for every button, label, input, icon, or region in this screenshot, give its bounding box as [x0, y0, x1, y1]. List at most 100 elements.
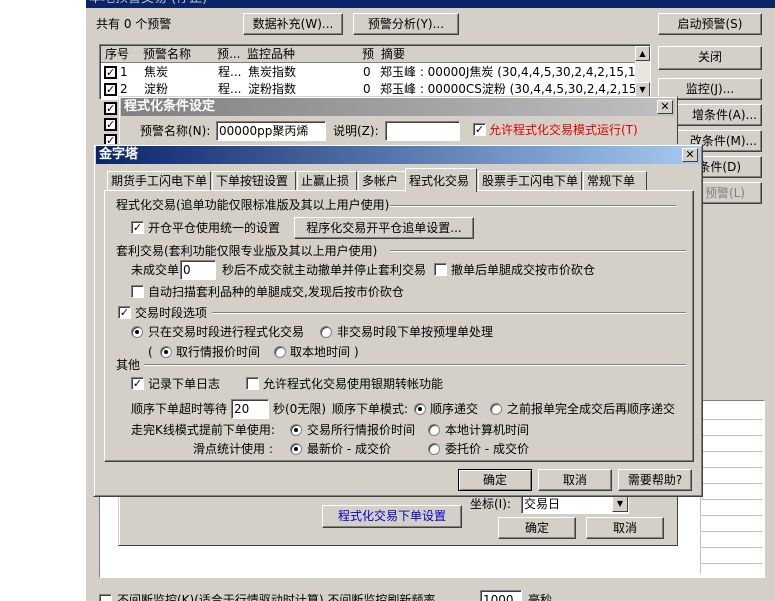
- unfilled-seconds-input[interactable]: 0: [180, 260, 216, 280]
- unified-settings-label: 开仓平仓使用统一的设置: [148, 221, 281, 235]
- session-checkbox[interactable]: ✓: [118, 306, 131, 319]
- pyramid-close-icon[interactable]: ✕: [682, 148, 698, 162]
- warning-list[interactable]: 序号 预警名称 预... 监控品种 预 摘要 ✓ 1 焦炭 程... 焦炭指数 …: [99, 44, 651, 100]
- list-scrollbar[interactable]: ▲ ▼: [635, 46, 650, 99]
- separator: [390, 205, 676, 207]
- bank-transfer-label: 允许程式化交易使用银期转帐功能: [263, 377, 444, 391]
- order-price-radio[interactable]: [428, 443, 440, 455]
- row-no: 1: [120, 65, 128, 79]
- tab-futures-flash[interactable]: 期货手工闪电下单: [107, 171, 211, 191]
- chase-settings-button[interactable]: 程序化交易开平仓追单设置...: [294, 217, 474, 239]
- tab-multi-account[interactable]: 多帐户: [358, 171, 406, 191]
- grid-area: [700, 404, 762, 574]
- coord-dropdown-icon[interactable]: ▼: [612, 496, 628, 512]
- start-warning-button[interactable]: 启动预警(S): [658, 13, 762, 35]
- paren-open: (: [148, 345, 153, 359]
- close-button[interactable]: 关闭: [658, 46, 762, 70]
- scroll-up-icon[interactable]: ▲: [635, 46, 650, 61]
- local-pc-time-label: 本地计算机时间: [445, 423, 530, 437]
- non-session-radio[interactable]: [320, 326, 332, 338]
- col-header-name[interactable]: 预警名称: [143, 46, 191, 62]
- log-checkbox[interactable]: ✓: [131, 377, 144, 390]
- session-label: 交易时段选项: [135, 306, 208, 320]
- cancel-chase-label: 撤单后单腿成交按市价砍仓: [451, 263, 596, 277]
- auto-scan-checkbox[interactable]: [131, 285, 144, 298]
- ok-button[interactable]: 确定: [458, 469, 532, 491]
- row-p: 0: [363, 65, 371, 79]
- exchange-time-radio[interactable]: [290, 424, 302, 436]
- latest-price-radio[interactable]: [290, 443, 302, 455]
- section-program-trading: 程式化交易(追单功能仅限标准版及其以上用户使用): [116, 198, 390, 212]
- col-header-summary[interactable]: 摘要: [381, 46, 405, 62]
- continuous-monitor-checkbox[interactable]: [99, 594, 112, 601]
- auto-scan-label: 自动扫描套利品种的单腿成交,发现后按市价砍仓: [148, 285, 404, 299]
- row-checkbox[interactable]: ✓: [104, 66, 117, 79]
- allow-program-checkbox[interactable]: ✓: [473, 123, 486, 136]
- separator: [144, 364, 686, 366]
- row-variety: 焦炭指数: [248, 65, 297, 79]
- unfilled-label: 未成交单: [131, 263, 180, 277]
- exchange-time-label: 交易所行情报价时间: [307, 423, 416, 437]
- scroll-down-icon[interactable]: ▼: [635, 82, 650, 97]
- only-session-radio[interactable]: [131, 326, 143, 338]
- row-p: 0: [363, 82, 371, 96]
- row-variety: 淀粉指数: [248, 82, 297, 96]
- only-session-label: 只在交易时段进行程式化交易: [148, 325, 305, 339]
- row-checkbox[interactable]: ✓: [104, 118, 117, 131]
- condition-close-icon[interactable]: ✕: [657, 100, 673, 114]
- col-header-no[interactable]: 序号: [105, 46, 129, 62]
- col-header-variety[interactable]: 监控品种: [247, 46, 295, 62]
- condition-cancel-button[interactable]: 取消: [586, 517, 664, 539]
- cancel-button[interactable]: 取消: [538, 469, 612, 491]
- description-input[interactable]: [385, 121, 460, 141]
- condition-ok-button[interactable]: 确定: [498, 517, 576, 539]
- order-mode-label: 顺序下单模式:: [332, 402, 409, 416]
- quote-time-label: 取行情报价时间: [176, 345, 261, 359]
- table-row[interactable]: ✓ 1 焦炭 程... 焦炭指数 0 郑玉峰 : 00000J焦炭 (30,4,…: [100, 64, 640, 81]
- tab-order-buttons[interactable]: 下单按钮设置: [212, 171, 296, 191]
- tab-regular-order[interactable]: 常规下单: [583, 171, 647, 191]
- row-summary: 郑玉峰 : 00000J焦炭 (30,4,4,5,30,2,4,2,15,1: [380, 65, 636, 79]
- warning-analysis-button[interactable]: 预警分析(Y)...: [353, 13, 459, 35]
- main-window-title: 本地预警交易 (停止): [86, 0, 775, 8]
- timeout-input[interactable]: 20: [231, 399, 269, 419]
- row-pre: 程...: [218, 65, 242, 79]
- refresh-rate-input[interactable]: 1000: [480, 590, 522, 601]
- bank-transfer-checkbox[interactable]: [246, 377, 259, 390]
- separator: [212, 312, 686, 314]
- condition-dialog-title: 程式化条件设定: [121, 98, 675, 116]
- row-checkbox[interactable]: ✓: [104, 83, 117, 96]
- unfilled-suffix: 秒后不成交就主动撤单并停止套利交易: [222, 263, 427, 277]
- after-fill-label: 之前报单完全成交后再顺序递交: [507, 402, 676, 416]
- local-pc-time-radio[interactable]: [428, 424, 440, 436]
- local-time-radio[interactable]: [274, 346, 286, 358]
- warning-name-label: 预警名称(N):: [140, 124, 211, 138]
- tab-stock-flash[interactable]: 股票手工闪电下单: [478, 171, 582, 191]
- row-name: 焦炭: [144, 65, 169, 79]
- section-other: 其他: [116, 358, 141, 372]
- data-supplement-button[interactable]: 数据补充(W)...: [243, 13, 343, 35]
- col-header-p[interactable]: 预: [362, 46, 374, 62]
- cancel-chase-checkbox[interactable]: [434, 263, 447, 276]
- program-order-settings-button[interactable]: 程式化交易下单设置: [322, 505, 462, 528]
- help-button[interactable]: 需要帮助?: [618, 469, 692, 491]
- allow-program-label: 允许程式化交易模式运行(T): [489, 123, 638, 137]
- warning-name-input[interactable]: 00000pp聚丙烯: [216, 121, 326, 141]
- local-time-label: 取本地时间: [290, 345, 351, 359]
- col-header-pre[interactable]: 预...: [217, 46, 240, 62]
- warning-count: 共有 0 个预警: [96, 17, 172, 31]
- unified-settings-checkbox[interactable]: ✓: [131, 221, 144, 234]
- slippage-label: 滑点统计使用 :: [193, 442, 273, 456]
- order-price-label: 委托价 - 成交价: [445, 442, 529, 456]
- tab-stop-loss[interactable]: 止赢止损: [297, 171, 357, 191]
- non-session-label: 非交易时段下单按预埋单处理: [337, 325, 494, 339]
- quote-time-radio[interactable]: [160, 346, 172, 358]
- timeout-label: 顺序下单超时等待: [131, 402, 228, 416]
- row-checkbox[interactable]: ✓: [104, 102, 117, 115]
- sequential-radio[interactable]: [414, 403, 426, 415]
- tab-program-trading[interactable]: 程式化交易: [405, 168, 477, 192]
- row-summary: 郑玉峰 : 00000CS淀粉 (30,4,4,5,30,2,4,2,15,1: [380, 82, 638, 96]
- list-header: 序号 预警名称 预... 监控品种 预 摘要: [101, 46, 641, 63]
- after-fill-radio[interactable]: [490, 403, 502, 415]
- pyramid-dialog-title: 金字塔: [96, 146, 700, 164]
